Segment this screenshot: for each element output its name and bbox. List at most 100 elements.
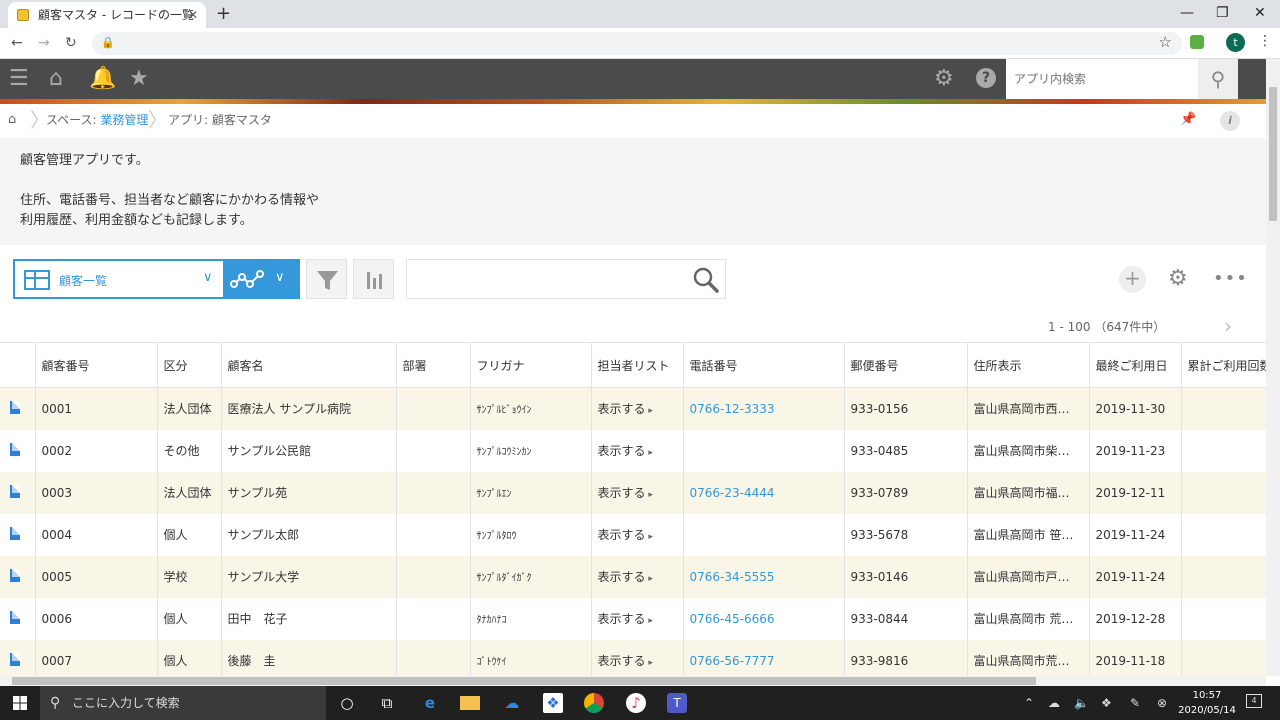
horizontal-scrollbar[interactable] [0, 676, 1266, 686]
show-staff-link[interactable]: 表示する [598, 570, 653, 584]
chrome-icon[interactable] [584, 693, 604, 713]
info-icon[interactable]: i [1220, 111, 1240, 131]
minimize-icon[interactable]: — [1180, 2, 1194, 24]
browser-tab[interactable]: 顧客マスタ - レコードの一覧 ✕ [8, 2, 206, 28]
phone-link[interactable]: 0766-12-3333 [690, 402, 775, 416]
column-header[interactable]: 担当者リスト [591, 342, 684, 388]
onedrive-icon[interactable]: ☁ [502, 693, 522, 713]
breadcrumb-app[interactable]: アプリ: 顧客マスタ [168, 104, 272, 136]
itunes-icon[interactable]: ♪ [626, 693, 646, 713]
network-icon[interactable]: ⊗ [1157, 695, 1167, 711]
task-view-icon[interactable]: ⧉ [377, 693, 397, 713]
file-explorer-icon[interactable] [460, 696, 480, 710]
filter-button[interactable] [306, 259, 347, 299]
record-detail-cell[interactable] [0, 639, 36, 676]
column-header[interactable]: 最終ご利用日 [1089, 342, 1182, 388]
extension-icon[interactable] [1190, 35, 1204, 49]
column-header[interactable]: 部署 [396, 342, 471, 388]
pen-icon[interactable]: ✎ [1130, 695, 1140, 711]
phone-link[interactable]: 0766-45-6666 [690, 612, 775, 626]
document-icon[interactable] [10, 526, 20, 540]
start-button[interactable] [0, 686, 40, 720]
notification-center-icon[interactable]: 4 [1246, 694, 1262, 708]
column-header[interactable]: フリガナ [470, 342, 592, 388]
reload-icon[interactable]: ↻ [65, 34, 77, 52]
show-staff-link[interactable]: 表示する [598, 402, 653, 416]
document-icon[interactable] [10, 652, 20, 666]
column-header[interactable]: 累計ご利用回数 [1181, 342, 1266, 388]
maximize-icon[interactable]: ❐ [1216, 2, 1229, 24]
document-icon[interactable] [10, 610, 20, 624]
column-header[interactable]: 住所表示 [967, 342, 1090, 388]
record-detail-cell[interactable] [0, 513, 36, 556]
column-header[interactable]: 郵便番号 [844, 342, 968, 388]
document-icon[interactable] [10, 568, 20, 582]
phone-link[interactable]: 0766-56-7777 [690, 654, 775, 668]
record-detail-cell[interactable] [0, 471, 36, 514]
more-options-icon[interactable]: ••• [1213, 268, 1248, 290]
teams-icon[interactable]: T [667, 693, 687, 713]
bookmark-star-icon[interactable]: ☆ [1159, 33, 1172, 51]
pin-icon[interactable]: 📌 [1180, 104, 1196, 136]
forward-icon[interactable]: → [38, 34, 50, 52]
window-close-icon[interactable]: ✕ [1254, 2, 1266, 24]
add-record-button[interactable]: + [1119, 266, 1146, 293]
graph-selector-button[interactable]: ∨ [223, 259, 300, 299]
vertical-scrollbar[interactable] [1266, 59, 1280, 676]
dropbox-icon[interactable]: ❖ [543, 693, 563, 713]
scrollbar-thumb[interactable] [1269, 87, 1277, 221]
tab-close-icon[interactable]: ✕ [188, 2, 198, 28]
document-icon[interactable] [10, 484, 20, 498]
notification-bell-icon[interactable]: 🔔 [89, 67, 116, 91]
dropbox-tray-icon[interactable]: ❖ [1101, 695, 1112, 711]
document-icon[interactable] [10, 400, 20, 414]
record-search-input[interactable] [407, 260, 677, 298]
edge-icon[interactable]: e [420, 693, 440, 713]
column-header[interactable]: 顧客番号 [35, 342, 158, 388]
profile-avatar[interactable]: t [1226, 33, 1245, 52]
breadcrumb-space[interactable]: スペース: 業務管理 [46, 104, 148, 136]
phone-link[interactable]: 0766-23-4444 [690, 486, 775, 500]
view-selector[interactable]: 顧客一覧 ∨ [13, 259, 223, 299]
table-row[interactable]: 0007個人後藤 圭 ｺﾞﾄｳｹｲ 表示する 0766-56-7777 933-9816… [0, 639, 1266, 676]
record-detail-cell[interactable] [0, 555, 36, 598]
omnibox[interactable]: 🔒 ☆ [92, 32, 1182, 55]
record-detail-cell[interactable] [0, 597, 36, 640]
column-header[interactable]: 顧客名 [221, 342, 397, 388]
table-row[interactable]: 0002その他サンプル公民館 ｻﾝﾌﾟﾙｺｳﾐﾝｶﾝ 表示する 933-0485富山県… [0, 429, 1266, 472]
search-icon[interactable]: ⚲ [1198, 59, 1238, 99]
volume-icon[interactable]: 🔈 [1074, 695, 1089, 711]
taskbar-clock[interactable]: 10:57 2020/05/14 [1176, 688, 1238, 718]
settings-gear-icon[interactable]: ⚙ [934, 67, 954, 91]
onedrive-tray-icon[interactable]: ☁ [1048, 695, 1060, 711]
table-row[interactable]: 0004個人サンプル太郎 ｻﾝﾌﾟﾙﾀﾛｳ 表示する 933-5678富山県高岡市 笹… [0, 513, 1266, 556]
column-header[interactable]: 電話番号 [683, 342, 845, 388]
chart-button[interactable] [353, 259, 394, 299]
table-row[interactable]: 0005学校サンプル大学 ｻﾝﾌﾟﾙﾀﾞｲｶﾞｸ 表示する 0766-34-5555 9… [0, 555, 1266, 598]
back-icon[interactable]: ← [11, 34, 23, 52]
home-icon[interactable]: ⌂ [49, 67, 63, 91]
phone-link[interactable]: 0766-34-5555 [690, 570, 775, 584]
browser-menu-icon[interactable]: ⋮ [1258, 33, 1272, 49]
portal-home-icon[interactable]: ⌂ [8, 104, 16, 136]
new-tab-button[interactable]: + [216, 2, 231, 26]
show-staff-link[interactable]: 表示する [598, 654, 653, 668]
help-icon[interactable]: ? [976, 68, 996, 88]
record-detail-cell[interactable] [0, 429, 36, 472]
app-settings-gear-icon[interactable]: ⚙ [1168, 266, 1188, 292]
show-hidden-icons-icon[interactable]: ⌃ [1024, 695, 1034, 711]
scrollbar-thumb[interactable] [12, 677, 1036, 685]
app-search-input[interactable] [1006, 59, 1198, 99]
table-row[interactable]: 0001法人団体医療法人 サンプル病院 ｻﾝﾌﾟﾙﾋﾞｮｳｲﾝ 表示する 0766-1… [0, 387, 1266, 430]
cortana-icon[interactable]: ○ [337, 693, 357, 713]
column-header[interactable]: 区分 [157, 342, 222, 388]
show-staff-link[interactable]: 表示する [598, 444, 653, 458]
record-detail-cell[interactable] [0, 387, 36, 430]
taskbar-search[interactable]: ⚲ ここに入力して検索 [40, 686, 326, 720]
show-staff-link[interactable]: 表示する [598, 612, 653, 626]
favorites-star-icon[interactable]: ★ [129, 67, 149, 91]
document-icon[interactable] [10, 442, 20, 456]
next-page-icon[interactable]: › [1224, 314, 1232, 338]
show-staff-link[interactable]: 表示する [598, 528, 653, 542]
menu-icon[interactable]: ☰ [9, 67, 29, 91]
